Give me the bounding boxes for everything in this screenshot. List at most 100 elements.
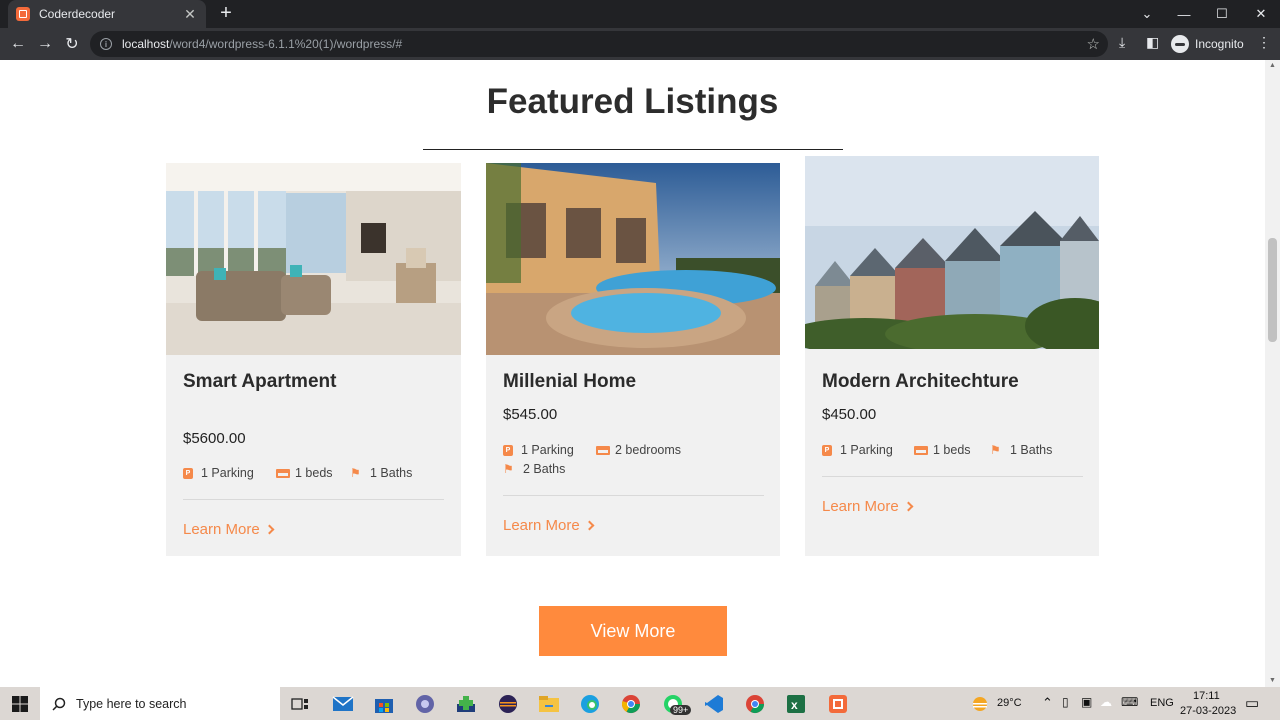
bed-icon [596, 445, 610, 455]
forward-button[interactable]: → [33, 32, 57, 56]
parking-label: 1 Parking [521, 443, 574, 457]
learn-more-label: Learn More [183, 521, 260, 538]
file-explorer-icon[interactable] [536, 691, 562, 717]
address-bar[interactable]: i localhost/word4/wordpress-6.1.1%20(1)/… [90, 31, 1108, 57]
listing-title[interactable]: Millenial Home [503, 371, 636, 393]
tray-screen-icon[interactable]: ▣ [1081, 695, 1092, 709]
onedrive-cloud-icon[interactable]: ☁ [1100, 695, 1112, 709]
listing-price: $545.00 [503, 406, 558, 423]
tray-overflow-chevron-icon[interactable]: ⌃ [1042, 695, 1053, 711]
close-window-button[interactable]: ✕ [1242, 0, 1280, 28]
start-button[interactable] [0, 687, 40, 720]
learn-more-link[interactable]: Learn More [503, 517, 595, 534]
search-icon [52, 697, 66, 711]
close-tab-icon[interactable]: ✕ [182, 6, 198, 23]
search-placeholder: Type here to search [76, 696, 187, 711]
new-tab-button[interactable]: + [215, 3, 237, 25]
listing-photo-victorian-houses[interactable] [805, 156, 1099, 349]
incognito-icon [1171, 35, 1189, 53]
chevron-right-icon [903, 501, 914, 512]
bath-icon: ⚑ [990, 443, 1001, 457]
xampp-icon[interactable] [825, 691, 851, 717]
listing-title[interactable]: Smart Apartment [183, 371, 336, 393]
learn-more-label: Learn More [822, 498, 899, 515]
view-more-button[interactable]: View More [539, 606, 727, 656]
windows-logo-icon [12, 695, 28, 712]
tab-search-chevron-icon[interactable]: ⌄ [1128, 0, 1166, 28]
listing-card: Modern Architechture $450.00 P 1 Parking… [805, 156, 1099, 556]
app-icon-green-plus[interactable] [453, 691, 479, 717]
learn-more-link[interactable]: Learn More [183, 521, 275, 538]
url-host: localhost [122, 37, 170, 51]
parking-feature: P 1 Parking [822, 443, 893, 457]
task-view-icon[interactable] [287, 691, 313, 717]
maximize-button[interactable]: ☐ [1203, 0, 1241, 28]
learn-more-link[interactable]: Learn More [822, 498, 914, 515]
incognito-label: Incognito [1195, 37, 1244, 51]
listing-photo-pool-house[interactable] [486, 163, 780, 355]
teams-icon[interactable] [412, 691, 438, 717]
chrome-icon[interactable] [618, 691, 644, 717]
browser-toolbar: ← → ↻ i localhost/word4/wordpress-6.1.1%… [0, 28, 1280, 60]
parking-feature: P 1 Parking [503, 443, 574, 457]
beds-label: 2 bedrooms [615, 443, 682, 457]
parking-label: 1 Parking [201, 466, 254, 480]
listing-title[interactable]: Modern Architechture [822, 371, 1019, 393]
listing-card: Millenial Home $545.00 P 1 Parking 2 bed… [486, 163, 780, 556]
excel-icon[interactable]: x [783, 691, 809, 717]
beds-feature: 1 beds [914, 443, 971, 457]
tray-device-icon[interactable]: ▯ [1062, 695, 1069, 709]
minimize-button[interactable]: — [1165, 0, 1203, 28]
menu-kebab-icon[interactable]: ⋮ [1257, 34, 1271, 51]
incognito-profile[interactable]: Incognito [1171, 35, 1244, 53]
mail-icon[interactable] [330, 691, 356, 717]
scroll-up-arrow-icon[interactable]: ▲ [1265, 60, 1280, 72]
listing-price: $5600.00 [183, 430, 246, 447]
edge-icon[interactable] [577, 691, 603, 717]
whatsapp-icon[interactable]: 99+ [660, 691, 692, 717]
bed-icon [914, 445, 928, 455]
browser-tab[interactable]: Coderdecoder ✕ [8, 0, 206, 28]
browser-tab-strip: Coderdecoder ✕ + ⌄ — ☐ ✕ [0, 0, 1280, 28]
beds-label: 1 beds [295, 466, 333, 480]
listing-price: $450.00 [822, 406, 877, 423]
card-divider [822, 476, 1083, 477]
page-scrollbar[interactable]: ▲ ▼ [1265, 60, 1280, 687]
eclipse-icon[interactable] [495, 691, 521, 717]
card-divider [183, 499, 444, 500]
back-button[interactable]: ← [6, 32, 30, 56]
learn-more-label: Learn More [503, 517, 580, 534]
clock-date[interactable]: 27-03-2023 [1180, 705, 1236, 717]
svg-text:x: x [791, 698, 798, 712]
site-favicon-icon [16, 7, 30, 21]
listing-photo-living-room[interactable] [166, 163, 461, 355]
card-divider [503, 495, 764, 496]
parking-icon: P [503, 444, 513, 456]
store-icon[interactable] [371, 691, 397, 717]
beds-feature: 1 beds [276, 466, 333, 480]
beds-feature: 2 bedrooms [596, 443, 681, 457]
windows-taskbar: Type here to search 99+ x 29°C ⌃ ▯ ▣ ☁ ⌨… [0, 687, 1280, 720]
notifications-icon[interactable]: ▭ [1245, 694, 1259, 712]
taskbar-search[interactable]: Type here to search [40, 687, 280, 720]
chevron-right-icon [264, 524, 275, 535]
chrome-active-icon[interactable] [742, 691, 768, 717]
beds-label: 1 beds [933, 443, 971, 457]
temperature: 29°C [997, 697, 1022, 709]
clock-time[interactable]: 17:11 [1193, 690, 1220, 702]
site-info-icon[interactable]: i [100, 38, 112, 50]
language-indicator[interactable]: ENG [1150, 697, 1174, 709]
baths-feature: ⚑ 2 Baths [503, 462, 565, 476]
download-icon[interactable]: ⤓ [1119, 34, 1125, 51]
url-path: /word4/wordpress-6.1.1%20(1)/wordpress/# [169, 37, 403, 51]
vscode-icon[interactable] [701, 691, 727, 717]
keyboard-icon[interactable]: ⌨ [1121, 695, 1138, 709]
weather-icon[interactable] [968, 691, 994, 717]
reload-button[interactable]: ↻ [60, 32, 84, 56]
bookmark-star-icon[interactable]: ☆ [1087, 35, 1100, 53]
scrollbar-thumb[interactable] [1268, 238, 1277, 342]
scroll-down-arrow-icon[interactable]: ▼ [1265, 675, 1280, 687]
bath-icon: ⚑ [350, 466, 361, 480]
tab-title: Coderdecoder [39, 7, 116, 21]
side-panel-icon[interactable]: ◧ [1146, 34, 1159, 51]
